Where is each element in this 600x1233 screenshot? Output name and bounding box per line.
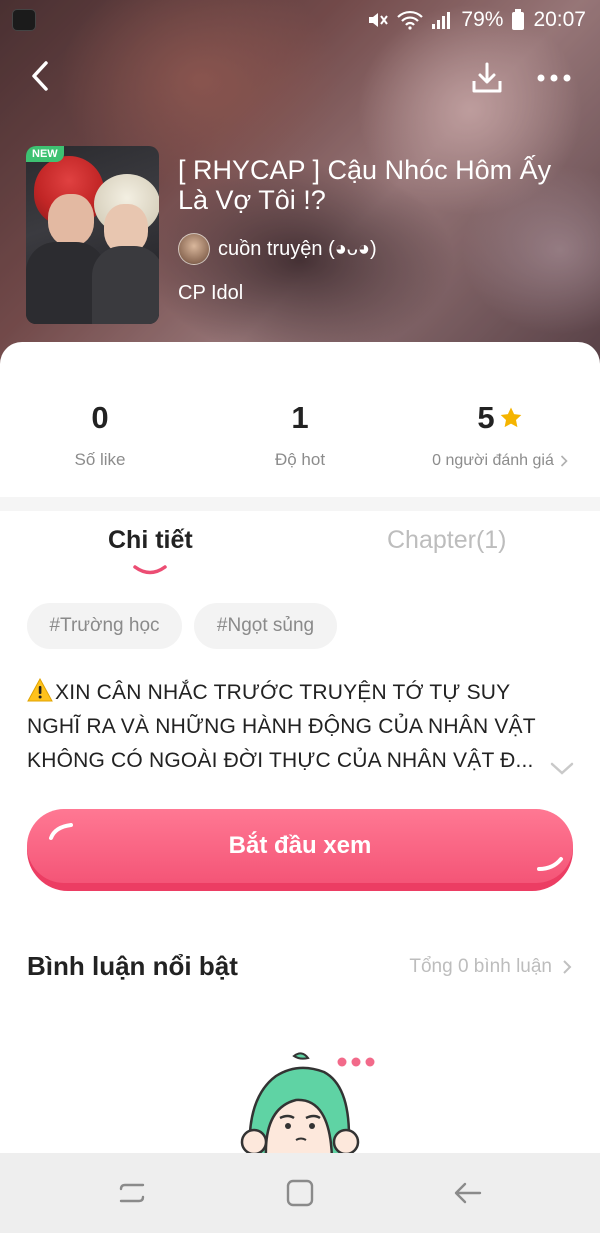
- battery-percent: 79%: [461, 8, 504, 31]
- stats-row: 0 Số like 1 Độ hot 5 0 người đánh giá: [0, 398, 600, 478]
- comments-total-label: Tổng 0 bình luận: [409, 956, 552, 977]
- recents-button[interactable]: [102, 1173, 162, 1213]
- tab-details[interactable]: Chi tiết: [108, 526, 193, 555]
- tag-chip[interactable]: #Ngọt sủng: [194, 603, 337, 649]
- mute-icon: [367, 10, 389, 30]
- recents-icon: [119, 1183, 145, 1203]
- featured-comments-title: Bình luận nổi bật: [27, 951, 238, 981]
- likes-value: 0: [91, 400, 109, 435]
- tab-chapter[interactable]: Chapter(1): [387, 526, 507, 555]
- more-icon: [537, 74, 571, 82]
- rating-value: 5: [477, 400, 495, 435]
- start-reading-button[interactable]: Bắt đầu xem: [27, 809, 573, 891]
- wifi-icon: [397, 10, 424, 30]
- active-tab-indicator: [133, 565, 167, 575]
- story-genre: CP Idol: [178, 282, 244, 304]
- back-icon: [32, 61, 48, 91]
- home-button[interactable]: [270, 1173, 330, 1213]
- empty-comments-mascot: [240, 1052, 375, 1158]
- chevron-right-icon: [563, 960, 572, 974]
- likes-label: Số like: [74, 450, 126, 469]
- tag-chip[interactable]: #Trường học: [27, 603, 182, 649]
- signal-icon: [431, 10, 453, 30]
- home-icon: [286, 1179, 314, 1207]
- chevron-right-icon: [560, 455, 568, 467]
- start-reading-button-face[interactable]: Bắt đầu xem: [27, 809, 573, 883]
- button-shine-decoration: [537, 857, 563, 871]
- cover-figure-left-face: [48, 194, 94, 246]
- system-navigation-bar: [0, 1153, 600, 1233]
- hot-label: Độ hot: [274, 450, 326, 469]
- author-avatar[interactable]: [178, 233, 210, 265]
- status-icons: 79% 20:07: [367, 8, 586, 32]
- likes-stat: 0 Số like: [0, 398, 200, 470]
- app-notification-icon: [12, 9, 36, 31]
- story-title: [ RHYCAP ] Cậu Nhóc Hôm Ấy Là Vợ Tôi !?: [178, 155, 552, 215]
- rating-stat[interactable]: 5 0 người đánh giá: [400, 398, 600, 470]
- story-cover[interactable]: NEW: [26, 146, 159, 324]
- start-reading-label: Bắt đầu xem: [228, 832, 372, 859]
- comments-total-link[interactable]: Tổng 0 bình luận: [409, 956, 572, 978]
- story-description[interactable]: XIN CÂN NHẮC TRƯỚC TRUYỆN TỚ TỰ SUY NGHĨ…: [27, 676, 547, 778]
- battery-icon: [511, 9, 525, 31]
- new-badge: NEW: [26, 146, 64, 162]
- cover-figure-right-body: [92, 246, 159, 324]
- rating-count-link[interactable]: 0 người đánh giá: [432, 452, 568, 470]
- author-name[interactable]: cuồn truyện (◕ᴗ◕): [218, 238, 377, 261]
- hot-stat: 1 Độ hot: [200, 398, 400, 470]
- download-button[interactable]: [467, 58, 507, 98]
- system-back-button[interactable]: [438, 1173, 498, 1213]
- section-divider: [0, 497, 600, 511]
- back-nav-icon: [454, 1182, 482, 1204]
- clock: 20:07: [533, 8, 586, 31]
- hot-value: 1: [291, 400, 309, 435]
- download-icon: [472, 62, 502, 93]
- status-bar: 79% 20:07: [0, 0, 600, 40]
- button-shine-decoration: [49, 823, 73, 840]
- author-row[interactable]: cuồn truyện (◕ᴗ◕): [178, 233, 377, 265]
- expand-chevron-icon[interactable]: [549, 760, 575, 776]
- more-options-button[interactable]: [532, 58, 576, 98]
- back-button[interactable]: [22, 56, 58, 96]
- rating-label: 0 người đánh giá: [432, 452, 554, 469]
- star-icon: [500, 407, 521, 428]
- description-text: XIN CÂN NHẮC TRƯỚC TRUYỆN TỚ TỰ SUY NGHĨ…: [27, 681, 536, 772]
- warning-icon: [27, 678, 53, 702]
